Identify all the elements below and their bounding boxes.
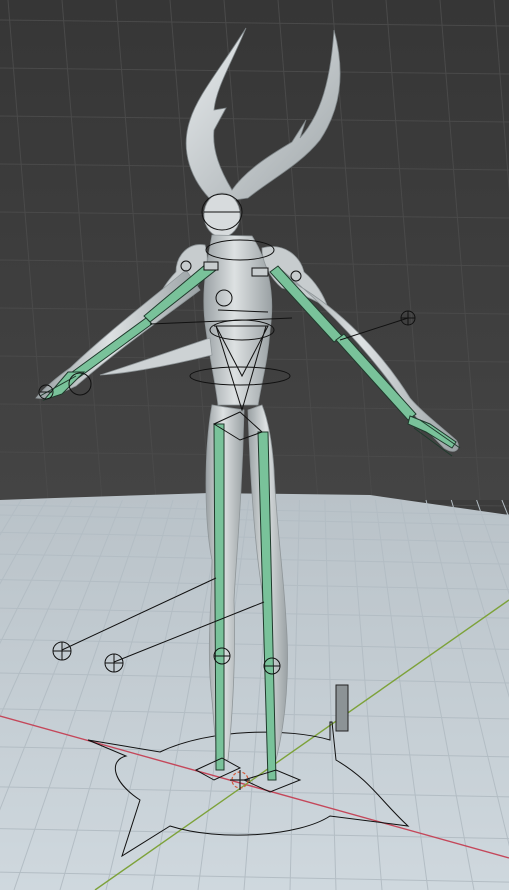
bone-clavicle-left[interactable] <box>203 261 219 271</box>
empty-object-marker[interactable] <box>335 684 349 732</box>
floor-grid <box>0 493 509 890</box>
bone-clavicle-right[interactable] <box>251 267 269 277</box>
3d-viewport[interactable] <box>0 0 509 890</box>
bone-leg-left[interactable] <box>213 423 225 771</box>
